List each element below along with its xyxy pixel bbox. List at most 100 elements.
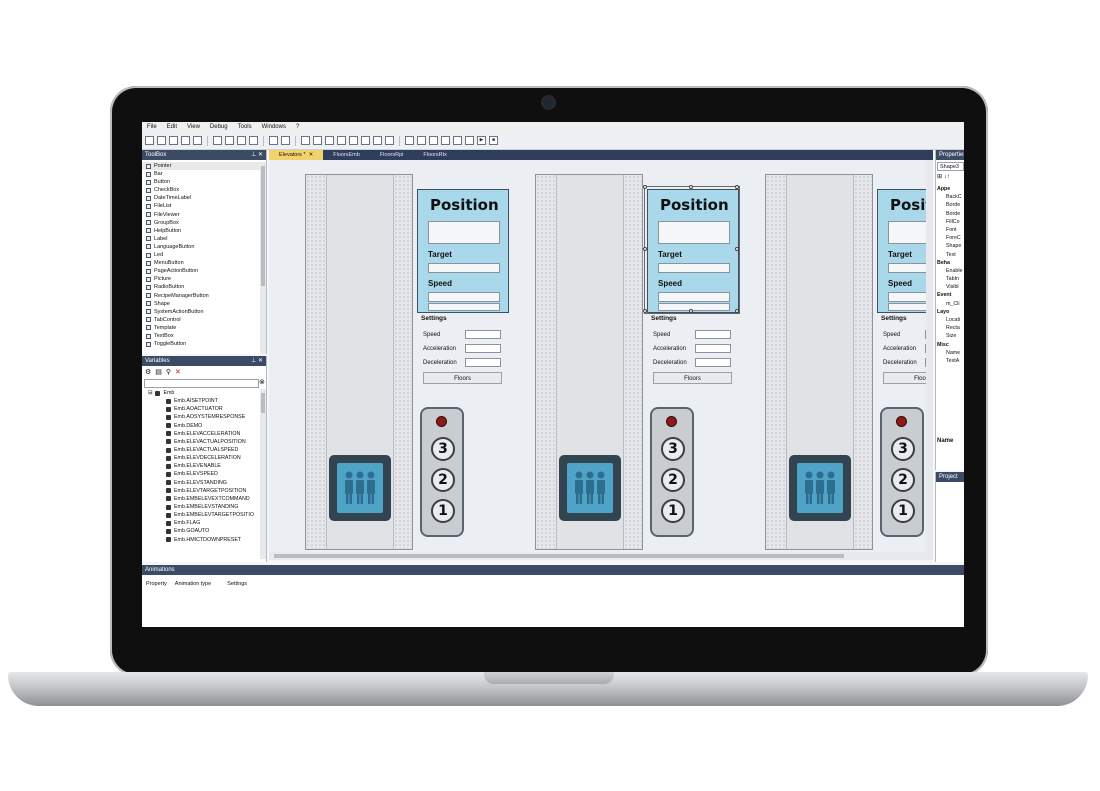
stop-icon[interactable]: ■	[489, 136, 498, 145]
variable-item[interactable]: Emb.DEMO	[142, 422, 260, 430]
toolbox-item[interactable]: CheckBox	[142, 186, 260, 194]
toolbox-item[interactable]: RadioButton	[142, 283, 260, 291]
variable-item[interactable]: Emb.AOSYSTEMRESPONSE	[142, 413, 260, 421]
toolbox-item[interactable]: SystemActionButton	[142, 308, 260, 316]
menu-tools[interactable]: Tools	[238, 124, 252, 130]
floors-button[interactable]: Floors	[883, 372, 926, 384]
toolbox-item[interactable]: Picture	[142, 275, 260, 283]
properties-sort-icon[interactable]: ⊞ ↓↑	[937, 173, 950, 180]
settings-deceleration-input[interactable]	[465, 358, 501, 367]
toolbox-item[interactable]: TextBox	[142, 332, 260, 340]
floor-button-2[interactable]: 2	[891, 468, 915, 492]
variable-item[interactable]: Emb.GOAUTO	[142, 527, 260, 535]
menu-help[interactable]: ?	[296, 124, 299, 130]
zoom-in-icon[interactable]	[301, 136, 310, 145]
resize-handle[interactable]	[643, 185, 647, 189]
property-item[interactable]: Recta	[936, 324, 964, 332]
property-item[interactable]: Enable	[936, 267, 964, 275]
property-item[interactable]: Locati	[936, 316, 964, 324]
new-file-icon[interactable]	[145, 136, 154, 145]
save-all-icon[interactable]	[181, 136, 190, 145]
redo-icon[interactable]	[281, 136, 290, 145]
property-category[interactable]: Event	[936, 291, 964, 299]
align-right-icon[interactable]	[349, 136, 358, 145]
elevator-cabin[interactable]	[329, 455, 391, 521]
resize-handle[interactable]	[735, 247, 739, 251]
toolbox-item[interactable]: LanguageButton	[142, 243, 260, 251]
property-category[interactable]: Layo	[936, 308, 964, 316]
variable-item[interactable]: Emb.HMICTDOWNPRESET	[142, 536, 260, 544]
floor-button-1[interactable]: 1	[891, 499, 915, 523]
align-top-icon[interactable]	[361, 136, 370, 145]
align-center-icon[interactable]	[337, 136, 346, 145]
floors-button[interactable]: Floors	[653, 372, 732, 384]
align-bottom-icon[interactable]	[385, 136, 394, 145]
variable-item[interactable]: Emb.ELEVACTUALSPEED	[142, 446, 260, 454]
variable-item[interactable]: Emb.ELEVACTUALPOSITION	[142, 438, 260, 446]
floor-button-2[interactable]: 2	[431, 468, 455, 492]
position-panel[interactable]: Position Target Speed	[877, 189, 926, 313]
column-animation-type[interactable]: Animation type	[175, 581, 211, 587]
variable-item[interactable]: Emb.ELEVTARGETPOSITION	[142, 487, 260, 495]
toolbox-item[interactable]: DateTimeLabel	[142, 194, 260, 202]
property-item[interactable]: TabIn	[936, 275, 964, 283]
property-category[interactable]: Misc	[936, 341, 964, 349]
toolbox-item[interactable]: HelpButton	[142, 227, 260, 235]
property-item[interactable]: TextA	[936, 357, 964, 365]
resize-handle[interactable]	[643, 309, 647, 313]
align-middle-icon[interactable]	[373, 136, 382, 145]
variable-item[interactable]: Emb.ELEVDECELERATION	[142, 454, 260, 462]
property-item[interactable]: Borde	[936, 210, 964, 218]
variable-item[interactable]: Emb.ELEVSTANDING	[142, 479, 260, 487]
property-item[interactable]: Visibl	[936, 283, 964, 291]
floor-button-3[interactable]: 3	[891, 437, 915, 461]
variable-item[interactable]: Emb.EMBELEVTARGETPOSITIO	[142, 511, 260, 519]
bring-front-icon[interactable]	[441, 136, 450, 145]
design-canvas[interactable]: Position Target Speed Settings Speed Accelera…	[269, 160, 926, 552]
open-icon[interactable]	[157, 136, 166, 145]
settings-speed-input[interactable]	[695, 330, 731, 339]
delete-icon[interactable]	[249, 136, 258, 145]
variable-item[interactable]: Emb.FLAG	[142, 519, 260, 527]
settings-speed-input[interactable]	[465, 330, 501, 339]
toolbox-item[interactable]: FileViewer	[142, 211, 260, 219]
elevator-cabin[interactable]	[559, 455, 621, 521]
panel-pin-close-icon[interactable]: ⊥ ✕	[251, 356, 263, 366]
variable-item[interactable]: Emb.AISETPOINT	[142, 397, 260, 405]
run-icon[interactable]: ▶	[477, 136, 486, 145]
tab-elevators[interactable]: Elevators * ✕	[269, 150, 324, 160]
floor-button-1[interactable]: 1	[661, 499, 685, 523]
elevator-shaft[interactable]	[765, 174, 873, 550]
resize-handle[interactable]	[689, 185, 693, 189]
variables-root-node[interactable]: ⊟ Emb	[142, 389, 260, 397]
paste-icon[interactable]	[237, 136, 246, 145]
settings-acceleration-input[interactable]	[695, 344, 731, 353]
property-item[interactable]: ForeC	[936, 234, 964, 242]
undo-icon[interactable]	[269, 136, 278, 145]
property-item[interactable]: Size	[936, 332, 964, 340]
database-icon[interactable]: ▤	[155, 368, 162, 376]
toolbox-item[interactable]: Template	[142, 324, 260, 332]
delete-variable-icon[interactable]: ✕	[175, 368, 181, 376]
toolbox-item[interactable]: Button	[142, 178, 260, 186]
copy-icon[interactable]	[225, 136, 234, 145]
tab-floorsrtx[interactable]: FloorsRtx	[413, 150, 457, 160]
column-property[interactable]: Property	[146, 581, 167, 587]
cut-icon[interactable]	[213, 136, 222, 145]
group-icon[interactable]	[465, 136, 474, 145]
toolbox-item[interactable]: TabControl	[142, 316, 260, 324]
property-category[interactable]: Appe	[936, 185, 964, 193]
align-left-icon[interactable]	[325, 136, 334, 145]
tab-floorsrpi[interactable]: FloorsRpi	[370, 150, 414, 160]
menu-windows[interactable]: Windows	[262, 124, 286, 130]
property-category[interactable]: Beha	[936, 259, 964, 267]
elevator-shaft[interactable]	[305, 174, 413, 550]
zoom-out-icon[interactable]	[313, 136, 322, 145]
settings-acceleration-input[interactable]	[465, 344, 501, 353]
variable-item[interactable]: Emb.ELEVSPEED	[142, 470, 260, 478]
panel-pin-close-icon[interactable]: ⊥ ✕	[251, 150, 263, 160]
add-variable-icon[interactable]: ⚙	[145, 368, 151, 376]
send-back-icon[interactable]	[453, 136, 462, 145]
property-item[interactable]: BackC	[936, 193, 964, 201]
toolbox-item[interactable]: Led	[142, 251, 260, 259]
